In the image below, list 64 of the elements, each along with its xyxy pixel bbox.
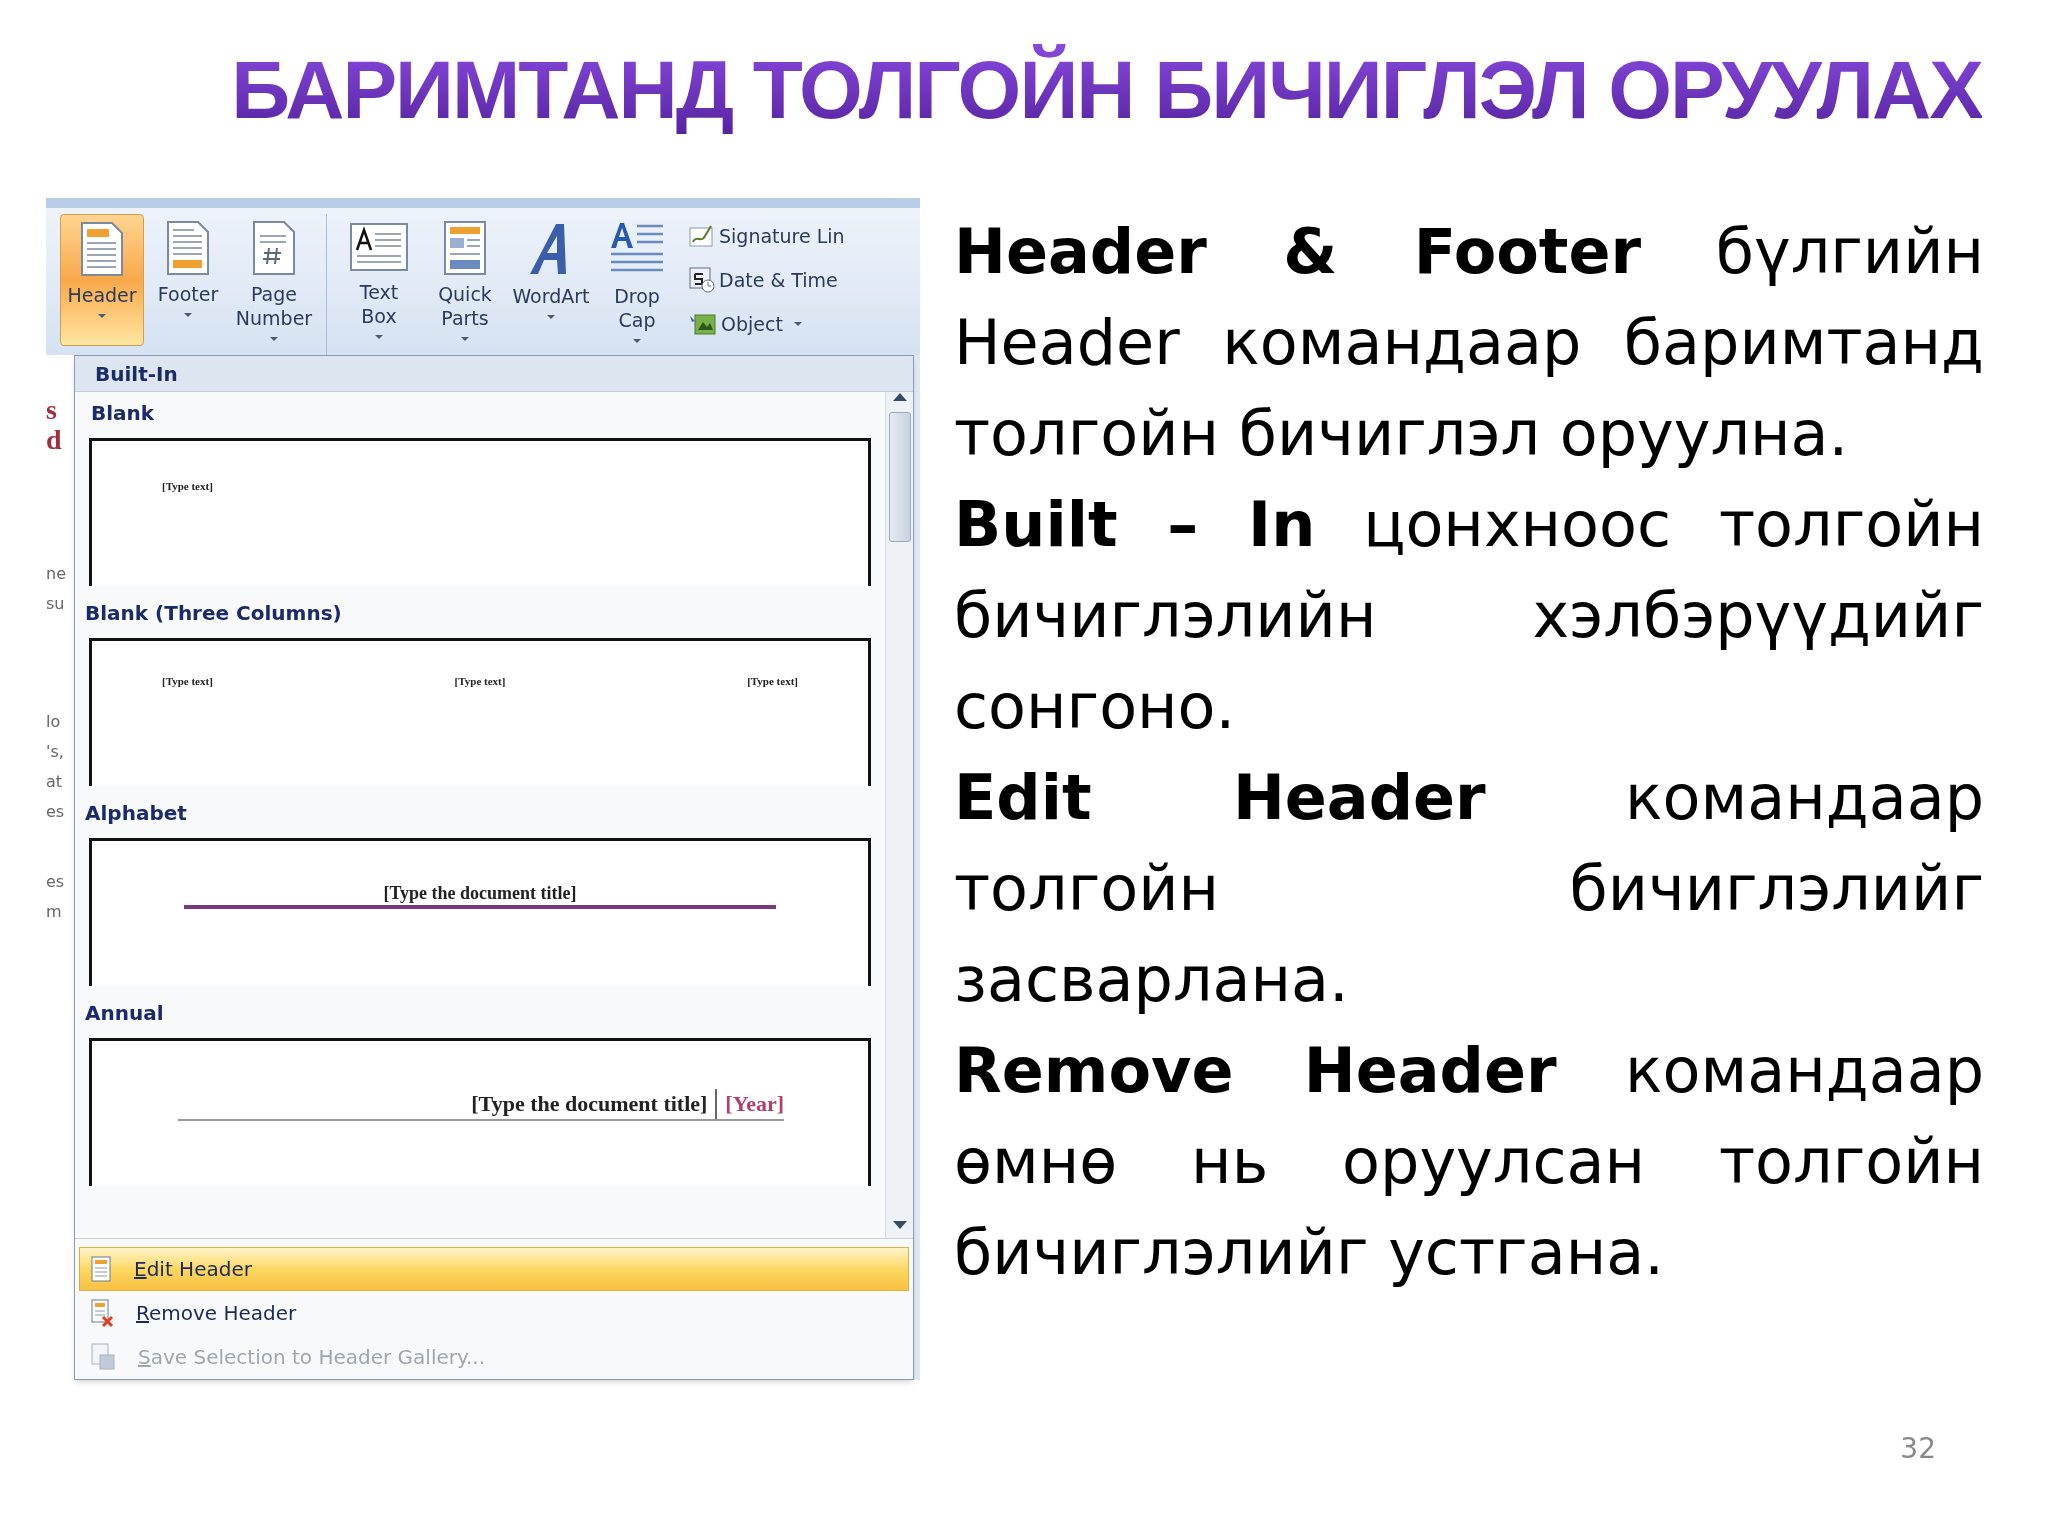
gallery-item-title: Blank (Three Columns) [84,600,343,627]
document-text-fragment: m [46,901,62,923]
calendar-icon [689,267,715,293]
ribbon-button[interactable]: Drop Cap [595,214,679,346]
menu-item[interactable]: Edit Header [79,1247,909,1291]
header-preview[interactable]: [Type text] [Type text] [Type text] [89,638,871,786]
document-text-fragment: d [46,425,62,455]
page-icon [164,220,212,276]
page-icon [441,220,489,276]
ribbon-button[interactable]: Header [60,214,144,346]
menu-item[interactable]: Remove Header [79,1291,909,1335]
ribbon-button[interactable]: Text Box [337,214,421,346]
ribbon-button[interactable]: Footer [146,214,230,346]
document-text-fragment: s [46,395,57,425]
body-paragraph: Edit Header командаар толгойн бичиглэлийг засварлана. [954,760,1984,1018]
placeholder-text: [Type text] [162,674,213,689]
gallery-item-title: Alphabet [84,800,188,827]
ribbon-small-button[interactable]: Object [689,306,845,342]
document-text-fragment: lo [46,711,61,733]
header-preview[interactable]: [Type the document title] [89,838,871,986]
placeholder-text: [Type text] [454,674,506,689]
caret-icon [97,313,107,319]
caret-icon [792,321,803,327]
scroll-down-icon[interactable] [891,1220,908,1230]
page-icon [90,1256,112,1282]
page-delete-icon [90,1299,114,1327]
ribbon-button[interactable]: Quick Parts [423,214,507,346]
document-text-fragment: at [46,771,63,793]
ribbon-small-button[interactable]: Signature Lin [689,218,845,254]
gallery-item-title: Annual [84,1000,165,1027]
body-paragraph: Remove Header командаар өмнө нь оруулсан толгойн бичиглэлийг устгана. [954,1033,1984,1291]
caret-icon [183,312,193,318]
ribbon-button[interactable]: WordArt [509,214,593,346]
header-preview[interactable]: [Type the document title] [Year] [89,1038,871,1186]
caret-icon [269,336,279,342]
scrollbar[interactable] [885,392,913,1238]
caret-icon [632,338,642,344]
section-heading: Built-In [75,356,913,392]
placeholder-text: [Type the document title] [383,883,577,903]
placeholder-text: [Type text] [162,480,213,492]
ribbon-small-button[interactable]: Date & Time [689,262,845,298]
body-paragraph: Header & Footer бүлгийн Header командаар баримтанд толгойн бичиглэл оруулна. [954,214,1984,472]
text-box-icon [349,220,409,274]
pen-icon [689,224,715,248]
caret-icon [546,314,556,320]
gallery-item-title: Blank [90,400,156,427]
page-number: 32 [1900,1431,1936,1467]
ribbon-button[interactable]: Page Number [232,214,316,346]
page-number-icon [250,220,298,276]
document-text-fragment: su [46,593,65,615]
page-save-icon [90,1343,116,1371]
document-text-fragment: es [46,801,65,823]
header-preview[interactable]: [Type text] [89,438,871,586]
object-icon [689,312,717,336]
document-text-fragment: es [46,871,65,893]
caret-icon [460,336,470,342]
document-text-fragment: 's, [46,741,64,763]
placeholder-text: [Type the document title] [471,1090,709,1118]
placeholder-text: [Type text] [747,674,798,689]
document-text-fragment: ne [46,563,66,585]
page-icon [78,221,126,277]
caret-icon [374,334,384,340]
scroll-thumb[interactable] [888,412,911,542]
body-paragraph: Built – In цонхноос толгойн бичиглэлийн хэлбэрүүдийг сонгоно. [954,487,1984,745]
